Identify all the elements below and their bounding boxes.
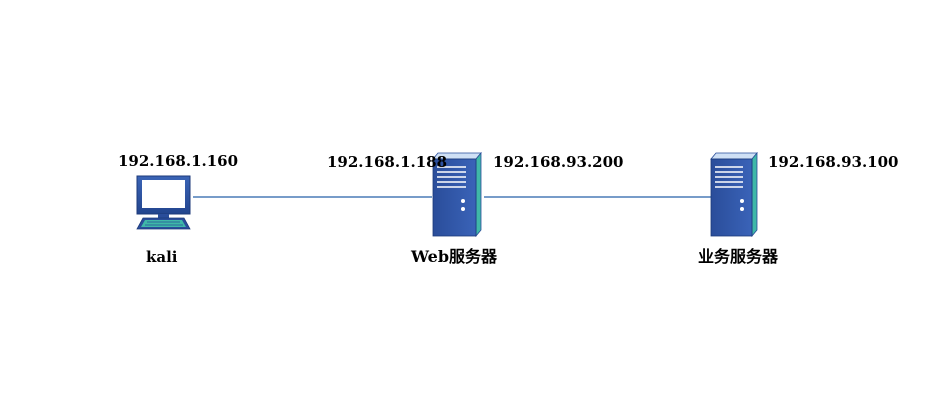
business-server-ip-label: 192.168.93.100	[768, 153, 899, 171]
kali-ip-label: 192.168.1.160	[118, 152, 239, 170]
desktop-computer-icon	[136, 175, 191, 230]
web-server-name-label: Web服务器	[411, 247, 498, 266]
business-server-tower-icon	[710, 151, 758, 238]
network-diagram: 192.168.1.160 kali 192.168.1.188 192.168…	[0, 0, 941, 413]
web-server-ip-left-label: 192.168.1.188	[327, 153, 448, 171]
diagram-drawing	[136, 151, 758, 238]
web-server-ip-right-label: 192.168.93.200	[493, 153, 624, 171]
business-server-name-label: 业务服务器	[698, 247, 779, 266]
kali-name-label: kali	[146, 248, 178, 266]
